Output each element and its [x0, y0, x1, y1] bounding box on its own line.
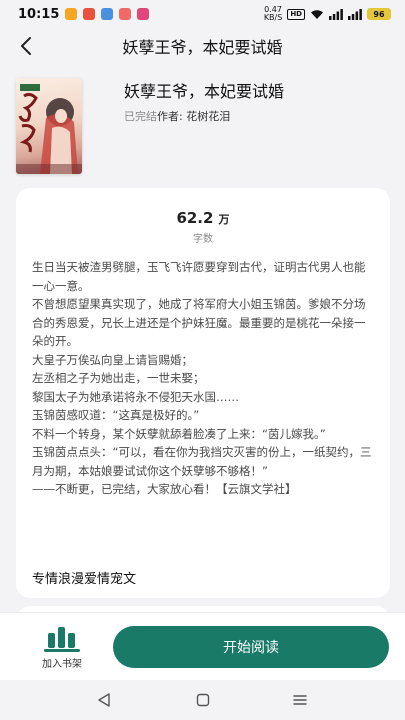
system-nav-bar — [0, 680, 405, 720]
word-count-unit: 万 — [218, 213, 230, 226]
signal-icon — [329, 8, 343, 20]
synopsis-paragraph: ——不断更，已完结，大家放心看！【云旗文学社】 — [32, 482, 297, 496]
square-home-icon — [196, 693, 210, 707]
notification-app-icon — [83, 8, 96, 20]
status-right: 0.47 KB/S HD 96 — [264, 6, 391, 22]
page-title: 妖孽王爷，本妃要试婚 — [122, 38, 283, 57]
synopsis-paragraph: 生日当天被渣男劈腿，玉飞飞许愿要穿到古代，证明古代男人也能一心一意。 — [32, 260, 366, 293]
book-title: 妖孽王爷，本妃要试婚 — [124, 82, 285, 101]
synopsis-paragraph: 不曾想愿望果真实现了，她成了将军府大小姐玉锦茵。爹娘不分场合的秀恩爱，兄长上进还… — [32, 297, 366, 348]
system-home-button[interactable] — [193, 690, 213, 710]
synopsis-paragraph: 大皇子万俟弘向皇上请旨赐婚； — [32, 352, 193, 367]
network-speed: 0.47 KB/S — [264, 6, 283, 22]
add-to-shelf-label: 加入书架 — [42, 659, 82, 670]
book-detail-card: 62.2 万 字数 生日当天被渣男劈腿，玉飞飞许愿要穿到古代，证明古代男人也能一… — [16, 188, 390, 598]
cover-illustration — [16, 84, 82, 174]
triangle-back-icon — [98, 693, 110, 707]
synopsis-paragraph: 黎国太子为她承诺将永不侵犯天水国…… — [32, 389, 239, 404]
back-button[interactable] — [14, 32, 38, 60]
synopsis-paragraph: 玉锦茵感叹道：“这真是极好的。” — [32, 408, 200, 422]
top-nav-bar: 妖孽王爷，本妃要试婚 — [0, 28, 405, 64]
notification-app-icon — [101, 8, 114, 20]
book-header: 妖孽王爷，本妃要试婚 已完结作者: 花树花泪 — [16, 78, 391, 174]
author-name[interactable]: 花树花泪 — [186, 110, 230, 123]
notification-app-icon — [137, 8, 150, 20]
notification-app-icon — [119, 8, 132, 20]
word-count-label: 字数 — [193, 234, 213, 245]
status-bar: 10:15 0.47 KB/S HD 96 — [0, 0, 405, 28]
completion-status: 已完结 — [124, 110, 157, 123]
start-reading-button[interactable]: 开始阅读 — [113, 626, 389, 668]
add-to-shelf-button[interactable]: 加入书架 — [38, 625, 86, 671]
hd-badge: HD — [287, 8, 305, 20]
genre-tag[interactable]: 专情浪漫爱情宠文 — [32, 568, 136, 587]
synopsis-paragraph: 左丞相之子为她出走，一世未娶； — [32, 371, 205, 385]
battery-icon: 96 — [367, 8, 391, 20]
book-cover-image[interactable] — [16, 78, 82, 174]
chevron-left-icon — [21, 37, 31, 55]
author-label: 作者: — [157, 110, 187, 123]
synopsis: 生日当天被渣男劈腿，玉飞飞许愿要穿到古代，证明古代男人也能一心一意。 不曾想愿望… — [32, 258, 376, 499]
word-count: 62.2 万 — [16, 208, 390, 227]
synopsis-paragraph: 不料一个转身，某个妖孽就舔着脸凑了上来：“茵儿嫁我。” — [32, 426, 326, 441]
system-back-button[interactable] — [94, 690, 114, 710]
menu-lines-icon — [293, 695, 307, 705]
synopsis-paragraph: 玉锦茵点点头：“可以，看在你为我挡灾灭害的份上，一纸契约，三月为期，本姑娘要试试… — [32, 445, 372, 478]
book-meta: 已完结作者: 花树花泪 — [124, 108, 230, 124]
bottom-action-bar: 加入书架 开始阅读 — [0, 612, 405, 680]
signal-icon — [348, 8, 362, 20]
bookshelf-icon — [44, 627, 80, 652]
network-speed-unit: KB/S — [263, 13, 283, 22]
system-menu-button[interactable] — [290, 690, 310, 710]
status-left: 10:15 — [18, 6, 150, 22]
notification-app-icon — [65, 8, 78, 20]
word-count-number: 62.2 — [176, 209, 214, 227]
wifi-icon — [311, 9, 323, 19]
status-time: 10:15 — [18, 6, 60, 22]
